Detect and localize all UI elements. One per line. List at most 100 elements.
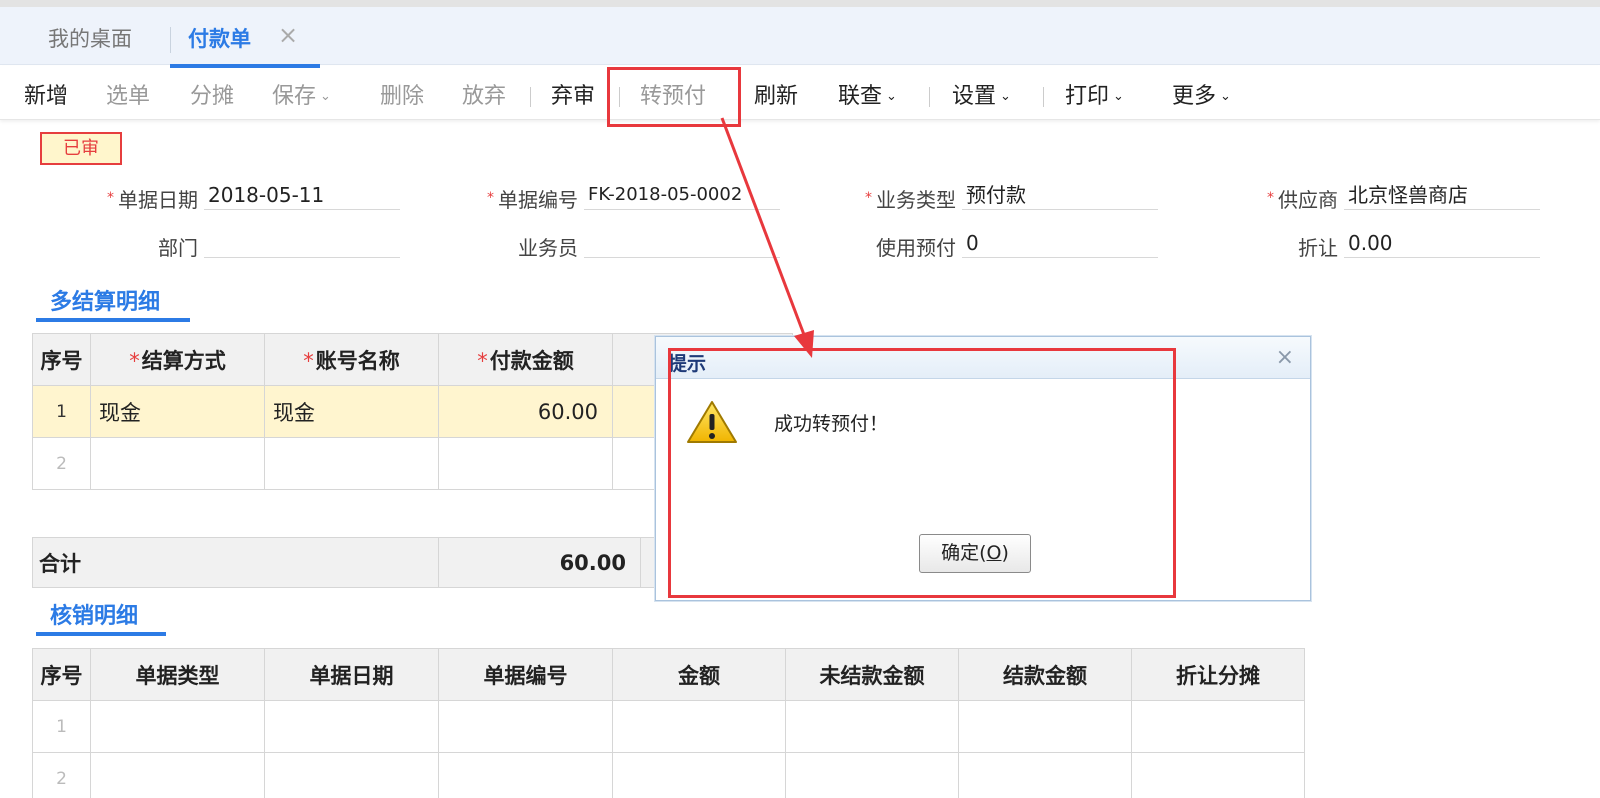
supplier-field[interactable]: 北京怪兽商店 [1344, 180, 1540, 210]
discount-label: 折让 [1298, 236, 1338, 260]
amount-cell[interactable] [438, 437, 613, 490]
chevron-down-icon: ⌄ [1113, 89, 1124, 104]
settlement-section-title[interactable]: 多结算明细 [50, 284, 160, 316]
toolbar-separator [929, 87, 930, 107]
settings-label: 设置 [952, 84, 997, 109]
column-header-method-text: 结算方式 [141, 348, 226, 373]
discount-field[interactable]: 0.00 [1344, 228, 1540, 258]
table-cell[interactable] [90, 700, 265, 753]
linked-query-label: 联查 [838, 84, 883, 109]
supplier-label: * 供应商 [1230, 184, 1338, 213]
required-mark: * [303, 348, 314, 373]
use-prepay-field[interactable]: 0 [962, 228, 1158, 258]
table-cell[interactable] [438, 752, 613, 798]
delete-button[interactable]: 删除 [380, 78, 424, 110]
dept-label: 部门 [158, 236, 198, 260]
table-header-row: 序号 单据类型 单据日期 单据编号 金额 未结款金额 结款金额 折让分摊 [32, 648, 1305, 701]
window-top-strip [0, 0, 1600, 7]
row-index: 2 [32, 437, 91, 490]
save-label: 保存 [272, 84, 317, 109]
use-prepay-label: 使用预付 [876, 236, 956, 260]
tab-desktop[interactable]: 我的桌面 [48, 23, 132, 53]
method-cell[interactable]: 现金 [90, 385, 265, 438]
writeoff-section-title[interactable]: 核销明细 [50, 598, 138, 630]
column-header-paid: 结款金额 [958, 648, 1132, 701]
table-row[interactable]: 2 [32, 752, 1305, 798]
table-cell[interactable] [785, 700, 959, 753]
toolbar: 新增 选单 分摊 保存 ⌄ 删除 放弃 弃审 转预付 刷新 联查 ⌄ 设置 ⌄ 打印 ⌄… [0, 66, 1600, 120]
toolbar-separator [1043, 87, 1044, 107]
biz-type-label: * 业务类型 [838, 184, 956, 213]
total-label: 合计 [32, 537, 439, 588]
more-button[interactable]: 更多 ⌄ [1172, 78, 1231, 110]
row-index: 1 [32, 700, 91, 753]
close-icon[interactable]: × [1276, 345, 1294, 370]
required-mark: * [107, 190, 114, 206]
table-cell[interactable] [785, 752, 959, 798]
account-cell[interactable] [264, 437, 439, 490]
required-mark: * [865, 190, 872, 206]
status-badge: 已审 [40, 132, 122, 165]
linked-query-button[interactable]: 联查 ⌄ [838, 78, 897, 110]
table-cell[interactable] [958, 700, 1132, 753]
save-button[interactable]: 保存 ⌄ [272, 78, 331, 110]
to-prepay-highlight-box [607, 67, 741, 127]
table-cell[interactable] [438, 700, 613, 753]
column-header-doc-no: 单据编号 [438, 648, 613, 701]
allocate-button[interactable]: 分摊 [190, 78, 234, 110]
settings-button[interactable]: 设置 ⌄ [952, 78, 1011, 110]
column-header-amount-text: 付款金额 [489, 348, 574, 373]
doc-date-label: * 单据日期 [80, 184, 198, 213]
doc-date-field[interactable]: 2018-05-11 [204, 180, 400, 210]
column-header-amount: *付款金额 [438, 333, 613, 386]
account-cell[interactable]: 现金 [264, 385, 439, 438]
table-cell[interactable] [612, 700, 786, 753]
doc-date-label-text: 单据日期 [118, 188, 198, 212]
tab-bar: 我的桌面 付款单 × [0, 7, 1600, 68]
dept-field[interactable] [204, 228, 400, 258]
column-header-discount-allocation: 折让分摊 [1131, 648, 1305, 701]
column-header-unpaid: 未结款金额 [785, 648, 959, 701]
writeoff-section-underline [36, 632, 166, 636]
chevron-down-icon: ⌄ [1000, 89, 1011, 104]
total-amount: 60.00 [438, 537, 641, 588]
table-cell[interactable] [1131, 752, 1305, 798]
add-button[interactable]: 新增 [24, 78, 68, 110]
method-cell[interactable] [90, 437, 265, 490]
doc-no-field[interactable]: FK-2018-05-0002 [584, 180, 780, 210]
column-header-index: 序号 [32, 333, 91, 386]
table-cell[interactable] [90, 752, 265, 798]
column-header-doc-date: 单据日期 [264, 648, 439, 701]
refresh-button[interactable]: 刷新 [754, 78, 798, 110]
table-cell[interactable] [264, 700, 439, 753]
print-button[interactable]: 打印 ⌄ [1065, 78, 1124, 110]
clerk-label: 业务员 [518, 236, 578, 260]
select-order-button[interactable]: 选单 [106, 78, 150, 110]
column-header-amount: 金额 [612, 648, 786, 701]
table-cell[interactable] [1131, 700, 1305, 753]
column-header-index: 序号 [32, 648, 91, 701]
doc-no-label-text: 单据编号 [498, 188, 578, 212]
required-mark: * [477, 348, 488, 373]
required-mark: * [487, 190, 494, 206]
chevron-down-icon: ⌄ [886, 89, 897, 104]
amount-cell[interactable]: 60.00 [438, 385, 613, 438]
column-header-account: *账号名称 [264, 333, 439, 386]
supplier-label-text: 供应商 [1278, 188, 1338, 212]
required-mark: * [1267, 190, 1274, 206]
abandon-button[interactable]: 放弃 [462, 78, 506, 110]
clerk-field[interactable] [584, 228, 780, 258]
row-index: 2 [32, 752, 91, 798]
tab-payment-order[interactable]: 付款单 [188, 23, 251, 53]
print-label: 打印 [1065, 84, 1110, 109]
table-cell[interactable] [612, 752, 786, 798]
tab-close-icon[interactable]: × [278, 23, 298, 47]
table-row[interactable]: 1 [32, 700, 1305, 753]
toolbar-separator [530, 87, 531, 107]
column-header-method: *结算方式 [90, 333, 265, 386]
table-cell[interactable] [958, 752, 1132, 798]
table-cell[interactable] [264, 752, 439, 798]
unaudit-button[interactable]: 弃审 [551, 78, 595, 110]
biz-type-field[interactable]: 预付款 [962, 180, 1158, 210]
dialog-highlight-box [668, 348, 1176, 598]
